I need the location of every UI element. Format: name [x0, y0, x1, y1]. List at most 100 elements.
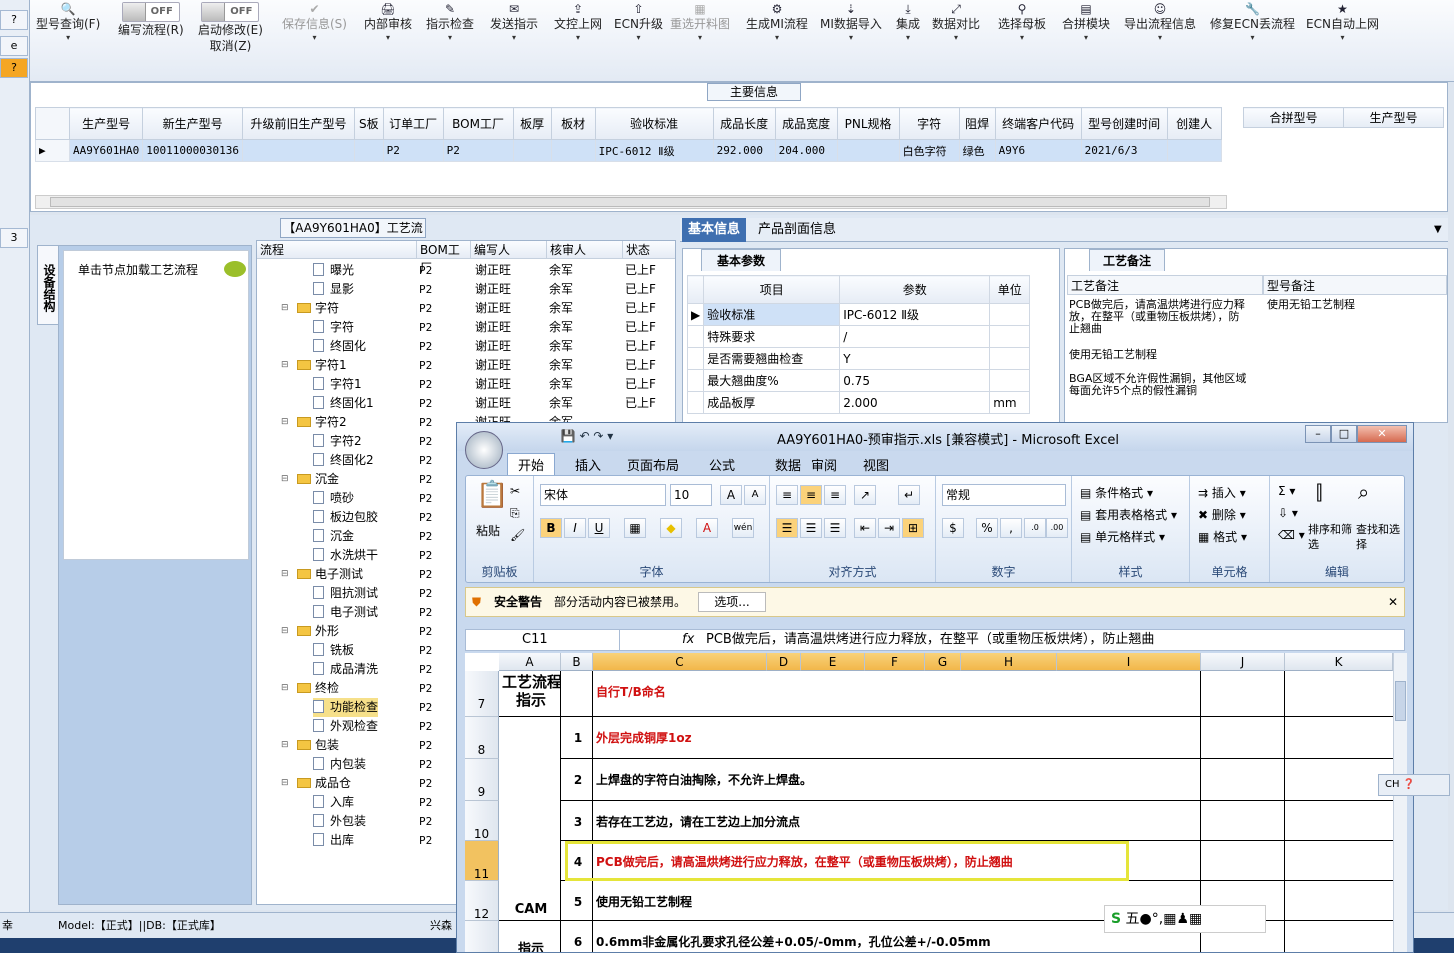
tree-node[interactable]: 板边包胶 [313, 508, 378, 527]
indent-icon[interactable]: ⇥ [878, 518, 900, 538]
device-structure-tab[interactable]: 设备结构 [37, 245, 59, 325]
cell-a[interactable] [499, 841, 561, 881]
increase-decimal-icon[interactable]: .0 [1024, 518, 1046, 538]
insert-cells-button[interactable]: ⇉ 插入 ▾ [1198, 484, 1246, 501]
chevron-down-icon[interactable]: ▾ [36, 32, 100, 44]
toolbar-item[interactable]: ☺ 导出流程信息 ▾ [1124, 2, 1196, 44]
toolbar-item[interactable]: OFF 启动修改(E) 取消(Z) [198, 2, 263, 54]
cell-j[interactable] [1201, 759, 1285, 801]
column-header[interactable]: 核审人 [547, 241, 623, 259]
tree-node[interactable]: 显影 [313, 280, 354, 299]
toolbar-item[interactable]: ✎ 指示检查 ▾ [426, 2, 474, 44]
cell-b[interactable]: 6 [561, 921, 593, 952]
chevron-down-icon[interactable]: ▾ [932, 32, 980, 44]
chevron-down-icon[interactable]: ▾ [896, 32, 920, 44]
param-cell[interactable] [989, 369, 1031, 392]
tree-node[interactable]: 成品仓 [297, 774, 351, 793]
font-size-select[interactable]: 10 [670, 484, 712, 506]
name-box[interactable]: C11 [466, 630, 620, 650]
tree-node[interactable]: 字符 [313, 318, 354, 337]
grid-cell[interactable] [353, 139, 384, 162]
chevron-down-icon[interactable]: ▾ [1062, 32, 1110, 44]
expander-icon[interactable]: ⊟ [281, 470, 289, 489]
column-header[interactable]: 阻焊 [958, 107, 996, 140]
expander-icon[interactable]: ⊟ [281, 622, 289, 641]
column-header[interactable]: 升级前旧生产型号 [241, 107, 355, 140]
tree-node[interactable]: 内包装 [313, 755, 366, 774]
column-header[interactable]: 终端客户代码 [994, 107, 1082, 140]
grid-cell[interactable]: 292.000 [712, 139, 776, 162]
column-header[interactable]: 成品宽度 [774, 107, 838, 140]
align-center-icon[interactable]: ☰ [800, 518, 822, 538]
cell-j[interactable] [1201, 841, 1285, 881]
toolbar-item[interactable]: ★ ECN自动上网 ▾ [1306, 2, 1379, 44]
column-header[interactable]: 项目 [703, 275, 841, 304]
ribbon-tab[interactable]: 开始 [507, 453, 556, 475]
cut-icon[interactable]: ✂ [510, 484, 520, 498]
column-header[interactable]: B [561, 653, 593, 671]
toolbar-item[interactable]: ⤓ 集成 ▾ [896, 2, 920, 44]
grid-cell[interactable] [241, 139, 355, 162]
number-format-select[interactable]: 常规 [942, 484, 1066, 506]
column-header[interactable]: J [1201, 653, 1285, 671]
grid-cell[interactable]: 绿色 [958, 139, 996, 162]
tree-node[interactable]: 喷砂 [313, 489, 354, 508]
tree-node[interactable]: 字符1 [313, 375, 362, 394]
grid-cell[interactable]: A9Y6 [994, 139, 1082, 162]
tree-node[interactable]: 外观检查 [313, 717, 378, 736]
column-header[interactable]: H [961, 653, 1057, 671]
tree-row[interactable]: 显影 P2 谢正旺 余军 已上F [257, 280, 675, 299]
toolbar-item[interactable]: OFF 编写流程(R) [118, 2, 184, 38]
column-header[interactable]: PNL规格 [836, 107, 900, 140]
column-header[interactable]: 新生产型号 [142, 107, 243, 140]
align-top-icon[interactable]: ≡ [776, 485, 798, 505]
ime-toolbar[interactable]: S 五●°,▦♟▦ [1104, 905, 1266, 933]
italic-button[interactable]: I [564, 518, 586, 538]
param-cell[interactable] [989, 347, 1031, 370]
close-icon[interactable]: ✕ [1388, 588, 1398, 616]
column-header[interactable]: 生产型号 [1343, 107, 1444, 128]
grid-cell[interactable] [512, 139, 552, 162]
tree-node[interactable]: 电子测试 [313, 603, 378, 622]
param-cell[interactable]: 成品板厚 [703, 391, 841, 414]
ribbon-tab[interactable]: 插入 [575, 455, 601, 474]
chevron-down-icon[interactable]: ▾ [746, 32, 808, 44]
cell-a[interactable] [499, 801, 561, 841]
row-header[interactable]: 7 [465, 671, 499, 717]
ribbon-tab[interactable]: 页面布局 [627, 455, 679, 474]
align-left-icon[interactable]: ☰ [776, 518, 798, 538]
cell-a[interactable]: 指示 [499, 921, 561, 952]
cell-b[interactable]: 3 [561, 801, 593, 841]
cell-c[interactable]: 上焊盘的字符白油掏除，不允许上焊盘。 [593, 759, 1201, 801]
grid-cell[interactable]: 10011000030136 [142, 139, 243, 162]
minimize-icon[interactable]: – [1305, 425, 1331, 443]
font-color-icon[interactable]: A [696, 518, 718, 538]
column-header[interactable]: I [1057, 653, 1201, 671]
tree-node[interactable]: 字符2 [313, 432, 362, 451]
column-header[interactable]: K [1285, 653, 1393, 671]
cell-j[interactable] [1201, 801, 1285, 841]
cell-c[interactable]: 外层完成铜厚1oz [593, 717, 1201, 759]
comma-icon[interactable]: , [1000, 518, 1022, 538]
tree-node[interactable]: 包装 [297, 736, 339, 755]
ribbon-tab[interactable]: 审阅 [811, 455, 837, 474]
decrease-decimal-icon[interactable]: .00 [1046, 518, 1068, 538]
toolbar-item[interactable]: ⇧ ECN升级 ▾ [614, 2, 663, 44]
grid-cell[interactable] [1166, 139, 1222, 162]
paste-button[interactable]: 粘贴 [476, 522, 500, 539]
cell-a[interactable]: CAM [499, 881, 561, 921]
toolbar-item[interactable]: ⚲ 选择母板 ▾ [998, 2, 1046, 44]
cell-c[interactable]: 若存在工艺边，请在工艺边上加分流点 [593, 801, 1201, 841]
chevron-down-icon[interactable]: ▾ [1306, 32, 1379, 44]
cell-j[interactable] [1201, 671, 1285, 717]
row-header[interactable]: 10 [465, 801, 499, 841]
toggle-switch[interactable]: OFF [121, 2, 180, 22]
tree-node[interactable]: 出库 [313, 831, 354, 850]
tree-row[interactable]: ⊟ 字符1 P2 谢正旺 余军 已上F [257, 356, 675, 375]
align-middle-icon[interactable]: ≡ [800, 485, 822, 505]
main-grid-hscroll[interactable] [35, 195, 1227, 209]
percent-icon[interactable]: % [976, 518, 998, 538]
grid-cell[interactable] [550, 139, 596, 162]
scroll-thumb[interactable] [50, 197, 1210, 207]
toolbar-item[interactable]: ▦ 重选开料图 ▾ [670, 2, 730, 44]
